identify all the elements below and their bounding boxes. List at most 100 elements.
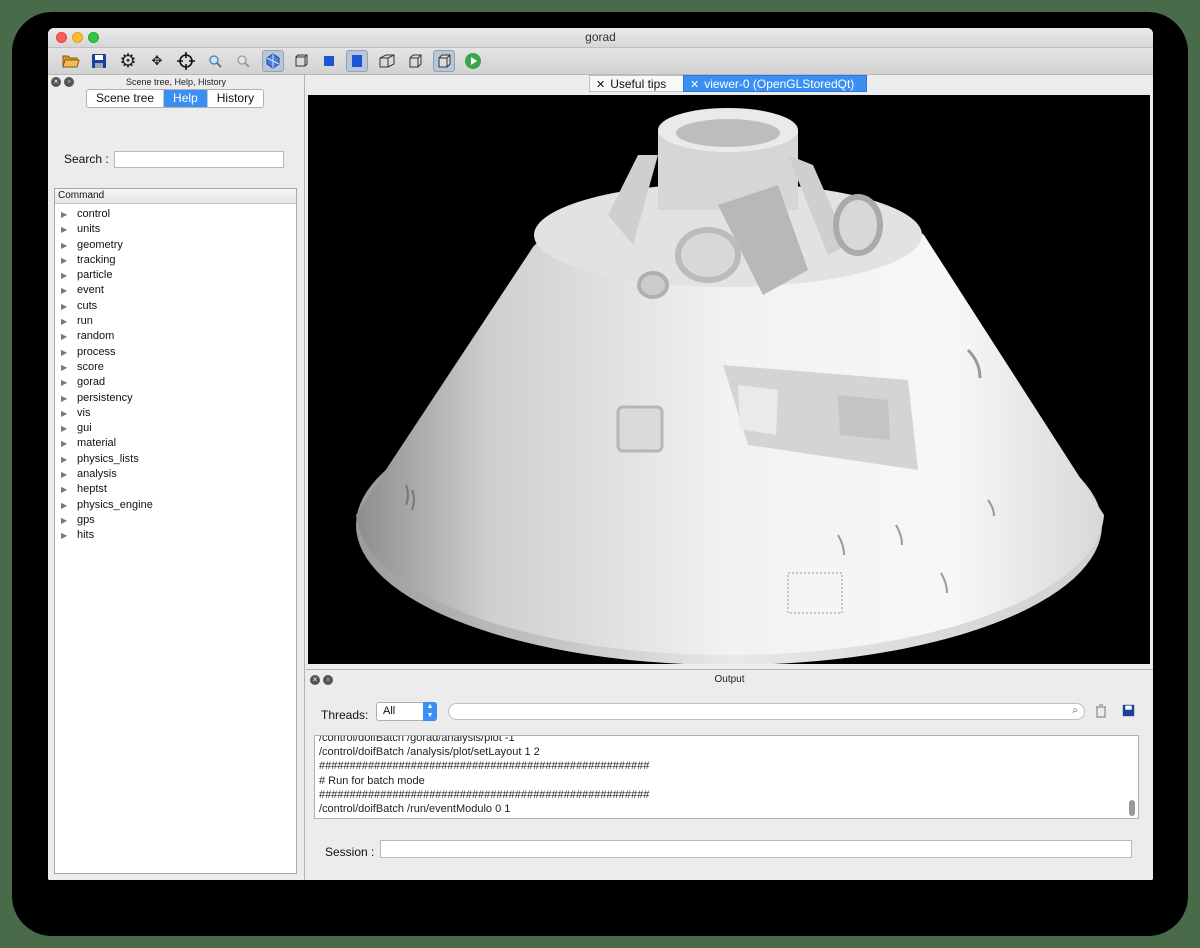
tree-item-units[interactable]: ▶ units [55, 222, 296, 237]
tree-item-analysis[interactable]: ▶ analysis [55, 467, 296, 482]
expand-arrow-icon[interactable]: ▶ [61, 329, 67, 344]
expand-arrow-icon[interactable]: ▶ [61, 253, 67, 268]
tree-item-physics-lists[interactable]: ▶ physics_lists [55, 452, 296, 467]
solid-button[interactable] [318, 50, 340, 72]
expand-arrow-icon[interactable]: ▶ [61, 421, 67, 436]
tree-item-label: physics_engine [77, 498, 153, 511]
output-log[interactable]: /control/doifBatch /gorad/analysis/plot … [314, 735, 1139, 819]
expand-arrow-icon[interactable]: ▶ [61, 391, 67, 406]
save-icon [1122, 704, 1135, 717]
output-line: /control/doifBatch /run/printProgress 10… [315, 816, 1138, 818]
hidden-surface-button[interactable] [346, 50, 368, 72]
command-header: Command [55, 189, 296, 204]
tab-help[interactable]: Help [164, 90, 208, 107]
open-button[interactable] [60, 50, 82, 72]
expand-arrow-icon[interactable]: ▶ [61, 498, 67, 513]
zoom-out-icon [237, 55, 250, 68]
save-button[interactable] [88, 50, 110, 72]
output-scrollbar[interactable] [1129, 800, 1135, 816]
expand-arrow-icon[interactable]: ▶ [61, 222, 67, 237]
expand-arrow-icon[interactable]: ▶ [61, 436, 67, 451]
tree-item-process[interactable]: ▶ process [55, 345, 296, 360]
tree-item-heptst[interactable]: ▶ heptst [55, 482, 296, 497]
wireframe-icon [295, 54, 308, 67]
tree-item-tracking[interactable]: ▶ tracking [55, 253, 296, 268]
expand-arrow-icon[interactable]: ▶ [61, 238, 67, 253]
tree-item-vis[interactable]: ▶ vis [55, 406, 296, 421]
ortho-button[interactable] [404, 50, 426, 72]
tree-item-cuts[interactable]: ▶ cuts [55, 299, 296, 314]
expand-arrow-icon[interactable]: ▶ [61, 452, 67, 467]
move-button[interactable]: ✥ [146, 50, 168, 72]
tree-item-label: physics_lists [77, 452, 139, 465]
dock-float-icon[interactable]: ▫ [323, 675, 333, 685]
expand-arrow-icon[interactable]: ▶ [61, 360, 67, 375]
dock-float-icon[interactable]: ▫ [64, 77, 74, 87]
search-input[interactable] [114, 151, 284, 168]
tree-item-material[interactable]: ▶ material [55, 436, 296, 451]
chevron-up-down-icon: ▲ ▼ [423, 702, 437, 721]
dock-close-icon[interactable]: × [51, 77, 61, 87]
tree-item-gps[interactable]: ▶ gps [55, 513, 296, 528]
dock-close-icon[interactable]: × [310, 675, 320, 685]
tree-item-geometry[interactable]: ▶ geometry [55, 238, 296, 253]
tab-useful-tips[interactable]: ✕ Useful tips [589, 75, 684, 92]
tree-item-label: score [77, 360, 104, 373]
tab-scene-tree[interactable]: Scene tree [87, 90, 165, 107]
threads-value: All [383, 705, 396, 717]
perspective-button[interactable] [376, 50, 398, 72]
expand-arrow-icon[interactable]: ▶ [61, 467, 67, 482]
save-output-button[interactable] [1122, 704, 1135, 720]
maximize-window-button[interactable] [88, 32, 99, 43]
expand-arrow-icon[interactable]: ▶ [61, 406, 67, 421]
expand-arrow-icon[interactable]: ▶ [61, 513, 67, 528]
threads-select[interactable]: All ▲ ▼ [376, 702, 437, 721]
tree-item-score[interactable]: ▶ score [55, 360, 296, 375]
settings-button[interactable]: ⚙ [117, 50, 139, 72]
tree-item-particle[interactable]: ▶ particle [55, 268, 296, 283]
toolbar: ⚙ ✥ [48, 48, 1153, 75]
close-window-button[interactable] [56, 32, 67, 43]
pick-button[interactable] [175, 50, 197, 72]
clear-output-button[interactable] [1095, 704, 1107, 721]
minimize-window-button[interactable] [72, 32, 83, 43]
expand-arrow-icon[interactable]: ▶ [61, 283, 67, 298]
run-button[interactable] [462, 50, 484, 72]
output-filter-input[interactable]: ⌕ [448, 703, 1085, 720]
title-bar: gorad [48, 28, 1153, 48]
expand-arrow-icon[interactable]: ▶ [61, 299, 67, 314]
tab-history[interactable]: History [208, 90, 263, 107]
tree-item-run[interactable]: ▶ run [55, 314, 296, 329]
tree-item-hits[interactable]: ▶ hits [55, 528, 296, 543]
tab-viewer-0[interactable]: ✕ viewer-0 (OpenGLStoredQt) [683, 75, 867, 92]
expand-arrow-icon[interactable]: ▶ [61, 314, 67, 329]
tree-item-persistency[interactable]: ▶ persistency [55, 391, 296, 406]
expand-arrow-icon[interactable]: ▶ [61, 268, 67, 283]
opengl-viewer[interactable] [308, 95, 1150, 664]
tab-label: Useful tips [610, 77, 667, 91]
tree-item-label: control [77, 208, 111, 220]
expand-arrow-icon[interactable]: ▶ [61, 528, 67, 543]
expand-arrow-icon[interactable]: ▶ [61, 207, 67, 222]
zoom-in-button[interactable] [204, 50, 226, 72]
zoom-out-button[interactable] [232, 50, 254, 72]
tree-item-control[interactable]: ▶ control [55, 207, 296, 222]
viewer-tabs: ✕ Useful tips ✕ viewer-0 (OpenGLStoredQt) [306, 75, 1153, 93]
tree-item-event[interactable]: ▶ event [55, 283, 296, 298]
output-line: /control/doifBatch /analysis/plot/setLay… [319, 746, 540, 759]
tree-item-random[interactable]: ▶ random [55, 329, 296, 344]
rotate-button[interactable] [262, 50, 284, 72]
wireframe-button[interactable] [290, 50, 312, 72]
expand-arrow-icon[interactable]: ▶ [61, 345, 67, 360]
session-input[interactable] [380, 840, 1132, 858]
output-header: × ▫ Output [306, 673, 1153, 687]
close-tab-icon[interactable]: ✕ [596, 79, 605, 91]
tree-item-gui[interactable]: ▶ gui [55, 421, 296, 436]
expand-arrow-icon[interactable]: ▶ [61, 375, 67, 390]
expand-arrow-icon[interactable]: ▶ [61, 482, 67, 497]
tree-item-gorad[interactable]: ▶ gorad [55, 375, 296, 390]
projection-button[interactable] [433, 50, 455, 72]
tree-item-physics-engine[interactable]: ▶ physics_engine [55, 498, 296, 513]
close-tab-icon[interactable]: ✕ [690, 79, 699, 91]
tree-item-label: gps [77, 513, 95, 526]
